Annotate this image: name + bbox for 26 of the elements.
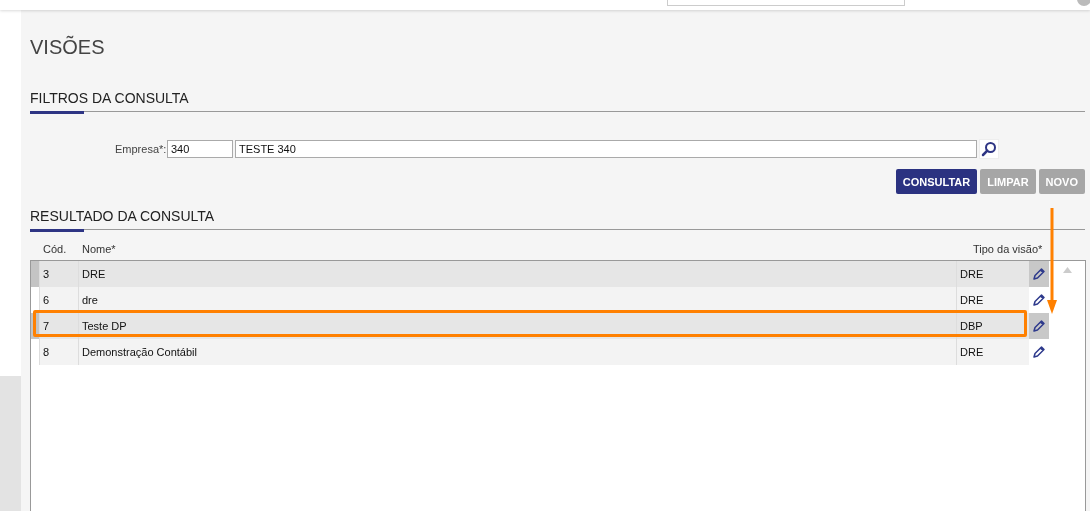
column-header: Cód. [43, 243, 68, 257]
row-selector[interactable] [31, 287, 39, 313]
search-button[interactable] [979, 139, 999, 159]
page-title: VISÕES [30, 36, 106, 60]
action-button[interactable]: CONSULTAR [895, 169, 978, 194]
row-selector[interactable] [31, 313, 39, 339]
search-icon [981, 141, 997, 157]
pencil-icon[interactable] [1032, 319, 1046, 333]
pencil-icon[interactable] [1032, 345, 1046, 359]
scroll-up-icon[interactable] [1062, 267, 1072, 273]
section-heading: RESULTADO DA CONSULTA [30, 208, 216, 226]
table-row[interactable]: 7 Teste DP DBP [31, 313, 1049, 339]
table-row[interactable]: 8 Demonstração Contábil DRE [31, 339, 1049, 365]
table-row[interactable]: 6 dre DRE [31, 287, 1049, 313]
section-heading: FILTROS DA CONSULTA [30, 90, 190, 108]
pencil-icon[interactable] [1032, 293, 1046, 307]
column-header: Tipo da visão* [973, 243, 1043, 257]
name-field[interactable]: TESTE 340 [235, 140, 977, 158]
code-field[interactable]: 340 [167, 140, 233, 158]
table-cell: Demonstração Contábil [78, 339, 956, 365]
column-header: Nome* [82, 243, 117, 257]
table-row[interactable]: 3 DRE DRE [31, 261, 1049, 287]
field-label: Empresa*: [115, 143, 167, 155]
table-cell: 8 [39, 339, 78, 365]
pencil-icon[interactable] [1032, 267, 1046, 281]
text-field[interactable] [667, 0, 905, 6]
